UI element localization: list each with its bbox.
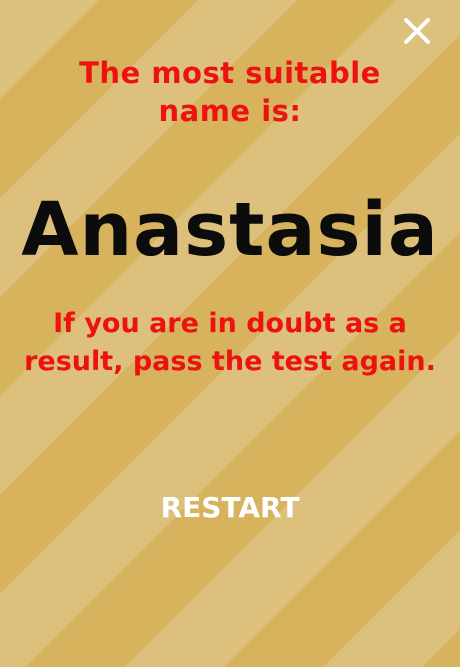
close-button[interactable] [402,16,432,46]
result-name: Anastasia [21,187,439,273]
doubt-message: If you are in doubt as a result, pass th… [24,308,436,377]
close-icon [404,18,430,44]
result-title: The most suitable name is: [79,56,381,128]
restart-button[interactable]: RESTART [130,488,330,528]
